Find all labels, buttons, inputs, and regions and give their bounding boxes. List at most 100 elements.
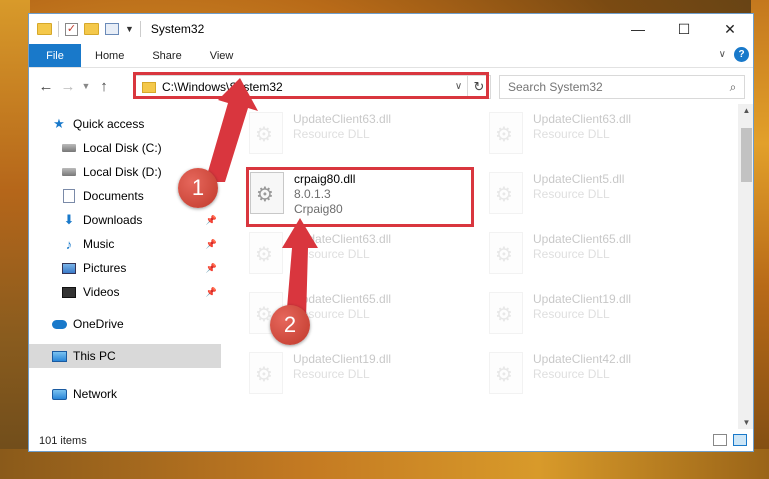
dll-file-icon	[249, 232, 283, 274]
dll-file-icon	[489, 172, 523, 214]
folder-icon	[142, 81, 156, 93]
sidebar-item-label: Music	[83, 237, 115, 251]
address-path[interactable]: C:\Windows\System32	[162, 80, 450, 94]
list-item[interactable]: UpdateClient42.dll Resource DLL	[489, 352, 709, 400]
file-name: UpdateClient63.dll	[533, 112, 632, 126]
up-arrow-icon[interactable]: ↑	[93, 78, 115, 95]
sidebar-item-local-disk-c[interactable]: Local Disk (C:)	[29, 136, 221, 160]
pin-icon[interactable]: 📌	[206, 263, 217, 274]
new-folder-icon[interactable]	[84, 23, 99, 35]
sidebar-item-onedrive[interactable]: OneDrive	[29, 312, 221, 336]
explorer-window: ✓ ▼ System32 — ☐ ✕ File Home Share View …	[28, 13, 754, 452]
help-icon[interactable]: ?	[734, 47, 749, 62]
sidebar-item-label: OneDrive	[73, 317, 124, 331]
dll-file-icon	[489, 232, 523, 274]
pictures-icon	[61, 261, 77, 275]
scrollbar-thumb[interactable]	[741, 128, 752, 182]
item-count: 101 items	[39, 435, 87, 447]
file-name: UpdateClient19.dll	[293, 352, 392, 366]
sidebar-item-quick-access[interactable]: ★ Quick access	[29, 112, 221, 136]
sidebar-item-this-pc[interactable]: This PC	[29, 344, 221, 368]
list-item[interactable]: UpdateClient63.dll Resource DLL	[489, 112, 709, 160]
scroll-down-arrow-icon[interactable]: ▼	[738, 418, 753, 427]
search-box[interactable]: ⌕	[499, 75, 745, 99]
close-button[interactable]: ✕	[707, 14, 753, 44]
file-type: Resource DLL	[293, 127, 370, 141]
file-type: Resource DLL	[293, 367, 370, 381]
status-bar: 101 items	[29, 429, 753, 451]
navigation-pane: ★ Quick access Local Disk (C:) Local Dis…	[29, 104, 221, 429]
properties-check-icon[interactable]: ✓	[65, 22, 78, 36]
maximize-button[interactable]: ☐	[661, 14, 707, 44]
file-list: UpdateClient63.dll Resource DLL UpdateCl…	[221, 104, 753, 429]
tab-home[interactable]: Home	[81, 44, 138, 67]
large-icons-view-icon[interactable]	[733, 434, 747, 446]
sidebar-item-network[interactable]: Network	[29, 382, 221, 406]
list-item[interactable]: UpdateClient63.dll Resource DLL	[249, 232, 469, 280]
list-item[interactable]: UpdateClient63.dll Resource DLL	[249, 112, 469, 160]
desktop-background-left	[0, 0, 30, 479]
music-icon: ♪	[65, 236, 73, 252]
videos-icon	[61, 285, 77, 299]
tab-file[interactable]: File	[29, 44, 81, 67]
ribbon-controls: ∨ ?	[719, 47, 749, 62]
list-item[interactable]: UpdateClient65.dll Resource DLL	[489, 232, 709, 280]
tab-share[interactable]: Share	[138, 44, 195, 67]
forward-arrow-icon[interactable]: →	[57, 78, 79, 95]
file-name: crpaig80.dll	[294, 172, 356, 186]
sidebar-item-label: Network	[73, 387, 118, 401]
cloud-icon	[51, 317, 67, 331]
file-version: 8.0.1.3	[294, 187, 331, 201]
minimize-button[interactable]: —	[615, 14, 661, 44]
details-view-icon[interactable]	[713, 434, 727, 446]
file-name: UpdateClient19.dll	[533, 292, 632, 306]
list-item[interactable]: UpdateClient5.dll Resource DLL	[489, 172, 709, 220]
properties-icon[interactable]	[105, 23, 119, 35]
file-name: UpdateClient5.dll	[533, 172, 625, 186]
highlighted-file-item[interactable]: crpaig80.dll 8.0.1.3 Crpaig80	[250, 172, 470, 220]
file-type: Resource DLL	[533, 247, 610, 261]
sidebar-item-pictures[interactable]: Pictures 📌	[29, 256, 221, 280]
documents-icon	[61, 189, 77, 203]
toolbar-divider	[139, 21, 141, 37]
back-arrow-icon[interactable]: ←	[35, 78, 57, 95]
star-icon: ★	[53, 116, 65, 131]
sidebar-item-label: Documents	[83, 189, 144, 203]
sidebar-item-label: This PC	[73, 349, 116, 363]
sidebar-item-videos[interactable]: Videos 📌	[29, 280, 221, 304]
list-item[interactable]: UpdateClient19.dll Resource DLL	[489, 292, 709, 340]
file-type: Resource DLL	[533, 187, 610, 201]
file-type: Resource DLL	[533, 127, 610, 141]
refresh-icon[interactable]: ↻	[468, 79, 490, 95]
tab-view[interactable]: View	[196, 44, 248, 67]
recent-locations-chevron-icon[interactable]: ▼	[79, 81, 93, 91]
navigation-bar: ← → ▼ ↑ C:\Windows\System32 ∨ ↻ ⌕	[29, 68, 753, 104]
sidebar-item-label: Pictures	[83, 261, 127, 275]
dll-file-icon	[249, 112, 283, 154]
file-type: Resource DLL	[533, 307, 610, 321]
sidebar-item-music[interactable]: ♪ Music 📌	[29, 232, 221, 256]
address-history-chevron-icon[interactable]: ∨	[450, 76, 468, 98]
file-type: Resource DLL	[293, 247, 370, 261]
pin-icon[interactable]: 📌	[206, 287, 217, 298]
expand-ribbon-chevron-icon[interactable]: ∨	[719, 49, 726, 60]
pin-icon[interactable]: 📌	[206, 215, 217, 226]
dll-file-icon	[250, 172, 284, 214]
view-toggle	[713, 434, 747, 446]
address-bar[interactable]: C:\Windows\System32 ∨ ↻	[135, 75, 491, 99]
search-icon[interactable]: ⌕	[722, 80, 744, 95]
list-item[interactable]: UpdateClient19.dll Resource DLL	[249, 352, 469, 400]
pin-icon[interactable]: 📌	[206, 239, 217, 250]
window-title: System32	[150, 22, 205, 36]
sidebar-item-downloads[interactable]: ⬇ Downloads 📌	[29, 208, 221, 232]
scroll-up-arrow-icon[interactable]: ▲	[738, 106, 753, 115]
ribbon-tabs: File Home Share View ∨ ?	[29, 44, 753, 68]
step-2-badge: 2	[270, 305, 310, 345]
drive-icon	[61, 141, 77, 155]
file-name: UpdateClient63.dll	[293, 232, 392, 246]
toolbar-divider	[58, 21, 59, 37]
chevron-down-icon[interactable]: ▼	[125, 24, 134, 34]
search-input[interactable]	[508, 80, 722, 94]
vertical-scrollbar[interactable]: ▲ ▼	[738, 104, 753, 429]
sidebar-item-label: Videos	[83, 285, 120, 299]
